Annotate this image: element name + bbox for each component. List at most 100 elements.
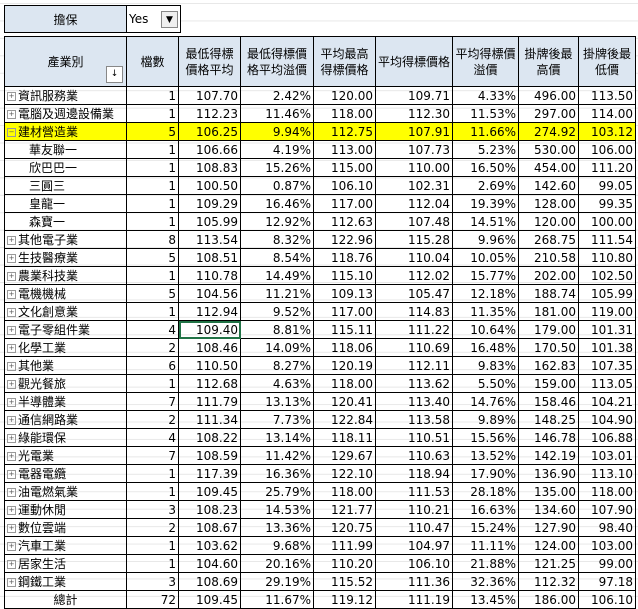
value-cell[interactable]: 118.06	[313, 338, 376, 357]
value-cell[interactable]: 118.94	[375, 464, 453, 483]
row-label-cell[interactable]: 森寶一	[4, 212, 127, 231]
row-label-cell[interactable]: + 光電業	[4, 446, 127, 465]
value-cell[interactable]: 9.89%	[452, 410, 519, 429]
value-cell[interactable]: 120.00	[313, 86, 376, 105]
value-cell[interactable]: 110.69	[375, 338, 453, 357]
value-cell[interactable]: 16.50%	[452, 158, 519, 177]
row-label-cell[interactable]: + 通信網路業	[4, 410, 127, 429]
value-cell[interactable]: 115.52	[313, 572, 376, 591]
value-cell[interactable]: 5	[126, 122, 179, 141]
value-cell[interactable]: 2.69%	[452, 176, 519, 195]
value-cell[interactable]: 109.40	[178, 320, 241, 339]
value-cell[interactable]: 9.68%	[240, 536, 314, 555]
value-cell[interactable]: 1	[126, 482, 179, 501]
value-cell[interactable]: 113.62	[375, 374, 453, 393]
value-cell[interactable]: 106.66	[178, 140, 241, 159]
value-cell[interactable]: 25.79%	[240, 482, 314, 501]
value-cell[interactable]: 9.96%	[452, 230, 519, 249]
value-cell[interactable]: 117.39	[178, 464, 241, 483]
value-cell[interactable]: 105.99	[578, 284, 636, 303]
value-cell[interactable]: 1	[126, 266, 179, 285]
value-cell[interactable]: 112.63	[313, 212, 376, 231]
expand-icon[interactable]: +	[7, 488, 16, 497]
value-cell[interactable]: 162.83	[518, 356, 579, 375]
value-cell[interactable]: 112.23	[178, 104, 241, 123]
value-cell[interactable]: 9.94%	[240, 122, 314, 141]
value-cell[interactable]: 112.02	[375, 266, 453, 285]
row-label-cell[interactable]: + 其他電子業	[4, 230, 127, 249]
value-cell[interactable]: 9.52%	[240, 302, 314, 321]
value-cell[interactable]: 19.39%	[452, 194, 519, 213]
value-cell[interactable]: 7.73%	[240, 410, 314, 429]
value-cell[interactable]: 1	[126, 104, 179, 123]
value-cell[interactable]: 108.83	[178, 158, 241, 177]
expand-icon[interactable]: +	[7, 524, 16, 533]
value-cell[interactable]: 113.10	[578, 464, 636, 483]
value-cell[interactable]: 11.42%	[240, 446, 314, 465]
value-cell[interactable]: 117.00	[313, 194, 376, 213]
value-cell[interactable]: 1	[126, 464, 179, 483]
value-cell[interactable]: 28.18%	[452, 482, 519, 501]
value-cell[interactable]: 110.51	[375, 428, 453, 447]
expand-icon[interactable]: +	[7, 398, 16, 407]
value-cell[interactable]: 105.47	[375, 284, 453, 303]
value-cell[interactable]: 17.90%	[452, 464, 519, 483]
row-label-cell[interactable]: + 綠能環保	[4, 428, 127, 447]
value-cell[interactable]: 530.00	[518, 140, 579, 159]
expand-icon[interactable]: +	[7, 308, 16, 317]
value-cell[interactable]: 127.90	[518, 518, 579, 537]
value-cell[interactable]: 108.46	[178, 338, 241, 357]
value-cell[interactable]: 8.32%	[240, 230, 314, 249]
value-cell[interactable]: 112.04	[375, 194, 453, 213]
row-label-cell[interactable]: + 生技醫療業	[4, 248, 127, 267]
filter-value-cell[interactable]: Yes ▼	[127, 6, 180, 32]
expand-icon[interactable]: +	[7, 452, 16, 461]
value-cell[interactable]: 109.71	[375, 86, 453, 105]
value-cell[interactable]: 142.19	[518, 446, 579, 465]
value-cell[interactable]: 4	[126, 320, 179, 339]
row-label-cell[interactable]: + 電器電纜	[4, 464, 127, 483]
value-cell[interactable]: 110.50	[178, 356, 241, 375]
value-cell[interactable]: 122.10	[313, 464, 376, 483]
row-label-cell[interactable]: 三圓三	[4, 176, 127, 195]
value-cell[interactable]: 111.36	[375, 572, 453, 591]
value-cell[interactable]: 103.12	[578, 122, 636, 141]
row-label-cell[interactable]: + 汽車工業	[4, 536, 127, 555]
row-label-cell[interactable]: + 電機機械	[4, 284, 127, 303]
expand-icon[interactable]: +	[7, 560, 16, 569]
value-cell[interactable]: 13.36%	[240, 518, 314, 537]
value-cell[interactable]: 122.84	[313, 410, 376, 429]
value-cell[interactable]: 202.00	[518, 266, 579, 285]
row-label-cell[interactable]: + 資訊服務業	[4, 86, 127, 105]
row-label-cell[interactable]: + 油電燃氣業	[4, 482, 127, 501]
row-label-cell[interactable]: + 文化創意業	[4, 302, 127, 321]
value-cell[interactable]: 146.78	[518, 428, 579, 447]
value-cell[interactable]: 4.19%	[240, 140, 314, 159]
value-cell[interactable]: 113.54	[178, 230, 241, 249]
value-cell[interactable]: 148.25	[518, 410, 579, 429]
value-cell[interactable]: 179.00	[518, 320, 579, 339]
value-cell[interactable]: 103.00	[578, 536, 636, 555]
value-cell[interactable]: 1	[126, 140, 179, 159]
value-cell[interactable]: 108.22	[178, 428, 241, 447]
value-cell[interactable]: 97.18	[578, 572, 636, 591]
value-cell[interactable]: 158.46	[518, 392, 579, 411]
value-cell[interactable]: 109.45	[178, 482, 241, 501]
value-cell[interactable]: 107.91	[375, 122, 453, 141]
value-cell[interactable]: 115.11	[313, 320, 376, 339]
value-cell[interactable]: 15.56%	[452, 428, 519, 447]
value-cell[interactable]: 129.67	[313, 446, 376, 465]
value-cell[interactable]: 274.92	[518, 122, 579, 141]
value-cell[interactable]: 98.40	[578, 518, 636, 537]
value-cell[interactable]: 113.00	[313, 140, 376, 159]
value-cell[interactable]: 181.00	[518, 302, 579, 321]
expand-icon[interactable]: +	[7, 92, 16, 101]
value-cell[interactable]: 135.00	[518, 482, 579, 501]
value-cell[interactable]: 20.16%	[240, 554, 314, 573]
value-cell[interactable]: 120.75	[313, 518, 376, 537]
value-cell[interactable]: 16.48%	[452, 338, 519, 357]
value-cell[interactable]: 107.73	[375, 140, 453, 159]
expand-icon[interactable]: +	[7, 362, 16, 371]
value-cell[interactable]: 10.05%	[452, 248, 519, 267]
value-cell[interactable]: 210.58	[518, 248, 579, 267]
